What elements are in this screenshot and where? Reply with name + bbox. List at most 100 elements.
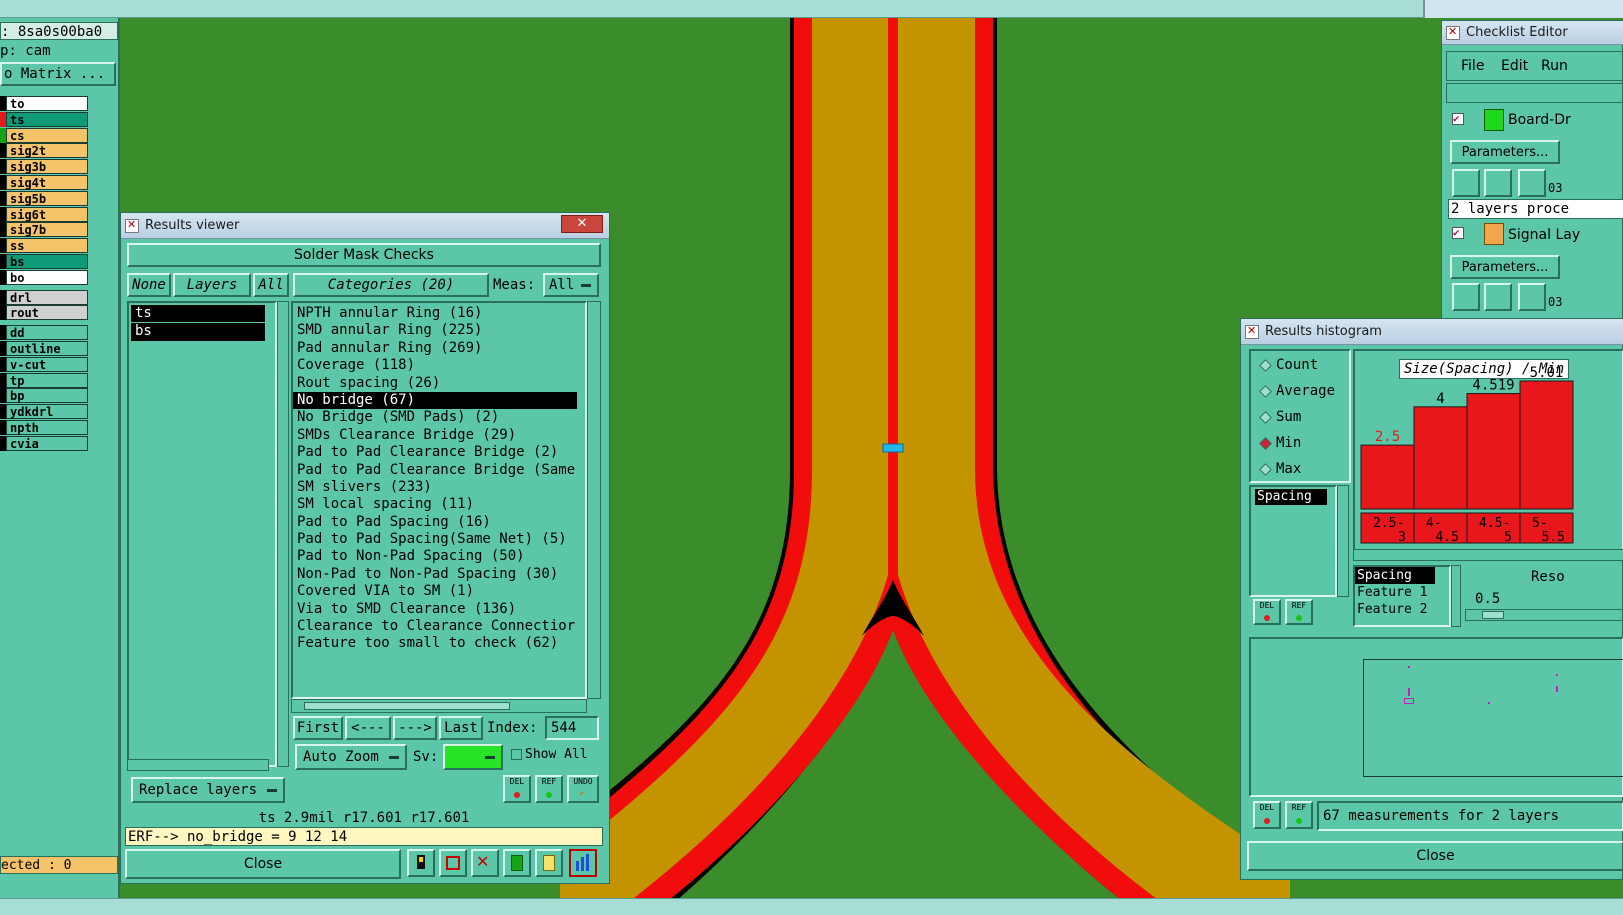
edit-menu[interactable]: Edit	[1501, 58, 1528, 74]
first-button[interactable]: First	[293, 716, 343, 740]
report-icon[interactable]	[535, 849, 563, 877]
layer-row-bs[interactable]: bs	[6, 254, 88, 269]
check-item-2-checkbox[interactable]: ✔	[1452, 227, 1464, 239]
categories-tab[interactable]: Categories (20)	[293, 273, 489, 297]
slider-thumb[interactable]	[1482, 611, 1504, 619]
results-viewer-titlebar[interactable]: Results viewer ✕	[121, 213, 609, 239]
layer-row-rout[interactable]: rout	[6, 305, 88, 321]
parameters-button-1[interactable]: Parameters...	[1450, 140, 1560, 164]
mode-option-average[interactable]: Average	[1259, 383, 1335, 399]
attribute-item[interactable]: Feature 1	[1355, 584, 1449, 601]
category-list-hscroll[interactable]	[291, 699, 587, 713]
prev-button[interactable]: <---	[345, 716, 391, 740]
layer-row-npth[interactable]: npth	[6, 420, 88, 435]
check-item-1-checkbox[interactable]: ✔	[1452, 113, 1464, 125]
category-item[interactable]: Non-Pad to Non-Pad Spacing (30)	[293, 566, 585, 583]
all-layers-button[interactable]: All	[253, 273, 289, 297]
run-action-icon[interactable]	[1518, 169, 1546, 197]
check-item-1-name[interactable]: Board-Dr	[1508, 112, 1571, 128]
undo-button[interactable]: UNDO ↶	[567, 775, 599, 803]
mode-option-count[interactable]: Count	[1259, 357, 1318, 373]
category-item[interactable]: Covered VIA to SM (1)	[293, 583, 585, 600]
layer-list-scrollbar[interactable]	[277, 301, 289, 767]
layer-result-item[interactable]: bs	[131, 323, 265, 341]
layer-results-list[interactable]: ts bs	[127, 301, 277, 767]
mode-option-min[interactable]: Min	[1259, 435, 1301, 451]
run-action-icon[interactable]	[1452, 169, 1480, 197]
layer-row-sig6t[interactable]: sig6t	[6, 206, 88, 222]
category-item[interactable]: Pad to Pad Spacing(Same Net) (5)	[293, 531, 585, 548]
layer-row-bo[interactable]: bo	[6, 269, 88, 285]
layer-row-cvia[interactable]: cvia	[6, 435, 88, 451]
histogram-bar[interactable]	[1360, 444, 1415, 510]
category-list[interactable]: NPTH annular Ring (16) SMD annular Ring (…	[291, 301, 587, 699]
category-list-vscroll[interactable]	[587, 301, 601, 699]
check-item-2-name[interactable]: Signal Lay	[1508, 227, 1580, 243]
category-item[interactable]: SMD annular Ring (225)	[293, 322, 585, 339]
layer-row-ss[interactable]: ss	[6, 238, 88, 254]
resolution-slider[interactable]	[1465, 609, 1623, 621]
hscroll-thumb[interactable]	[304, 702, 510, 710]
next-button[interactable]: --->	[393, 716, 437, 740]
show-all-checkbox[interactable]	[511, 749, 522, 760]
histogram-field-list[interactable]: Spacing	[1249, 485, 1337, 597]
category-item[interactable]: Coverage (118)	[293, 357, 585, 374]
layer-row-sig7b[interactable]: sig7b	[6, 222, 88, 238]
histogram-bar[interactable]	[1466, 393, 1521, 510]
meas-dropdown[interactable]: All	[543, 273, 599, 297]
category-item[interactable]: Pad annular Ring (269)	[293, 340, 585, 357]
category-item[interactable]: No bridge (67)	[293, 391, 577, 410]
layers-tab[interactable]: Layers	[173, 273, 251, 297]
matrix-button[interactable]: o Matrix ...	[0, 62, 116, 86]
category-item[interactable]: SM slivers (233)	[293, 479, 585, 496]
highlight-icon[interactable]	[407, 849, 435, 877]
measure-icon[interactable]	[503, 849, 531, 877]
run-menu[interactable]: Run	[1541, 58, 1568, 74]
mode-option-max[interactable]: Max	[1259, 461, 1301, 477]
preview-area[interactable]	[1249, 637, 1623, 797]
layer-result-item[interactable]: ts	[131, 305, 265, 323]
layer-row-sig5b[interactable]: sig5b	[6, 190, 88, 206]
layer-row-sig2t[interactable]: sig2t	[6, 143, 88, 159]
last-button[interactable]: Last	[439, 716, 483, 740]
layer-row-ts[interactable]: ts	[6, 111, 88, 127]
histogram-chart-area[interactable]: Size(Spacing) / Min 2.5 2.5- 3 4 4- 4.5 4.519 4…	[1353, 349, 1623, 559]
layer-row-ydkdrl[interactable]: ydkdrl	[6, 404, 88, 420]
layer-row-dd[interactable]: dd	[6, 325, 88, 341]
chart-hscroll[interactable]	[1353, 549, 1623, 561]
category-item[interactable]: No Bridge (SMD Pads) (2)	[293, 409, 585, 426]
category-item[interactable]: Feature too small to check (62)	[293, 635, 585, 652]
layer-row-tp[interactable]: tp	[6, 372, 88, 388]
auto-zoom-dropdown[interactable]: Auto Zoom	[295, 744, 407, 770]
checklist-editor-titlebar[interactable]: Checklist Editor	[1442, 21, 1623, 45]
attribute-item[interactable]: Spacing	[1355, 567, 1435, 584]
histogram-icon[interactable]	[569, 849, 597, 877]
layer-row-sig4t[interactable]: sig4t	[6, 175, 88, 190]
mode-option-sum[interactable]: Sum	[1259, 409, 1301, 425]
category-item[interactable]: Pad to Pad Clearance Bridge (Same	[293, 462, 585, 479]
category-item[interactable]: Pad to Non-Pad Spacing (50)	[293, 548, 585, 565]
layer-row-bp[interactable]: bp	[6, 388, 88, 404]
histogram-bar[interactable]	[1519, 380, 1574, 510]
layer-list-hscroll[interactable]	[127, 759, 269, 771]
category-item[interactable]: SM local spacing (11)	[293, 496, 585, 513]
hist-ref-button[interactable]: REF	[1285, 599, 1313, 625]
category-item[interactable]: Pad to Pad Spacing (16)	[293, 514, 585, 531]
run-action-icon[interactable]	[1518, 283, 1546, 311]
field-list-item[interactable]: Spacing	[1255, 489, 1327, 505]
close-button[interactable]: Close	[125, 849, 401, 879]
layer-row-outline[interactable]: outline	[6, 341, 88, 356]
none-button[interactable]: None	[127, 273, 171, 297]
attribute-list-scrollbar[interactable]	[1451, 565, 1461, 627]
attribute-list[interactable]: Spacing Feature 1 Feature 2	[1353, 565, 1451, 627]
index-input[interactable]: 544	[545, 716, 599, 740]
category-item[interactable]: Rout spacing (26)	[293, 375, 585, 392]
clear-marks-icon[interactable]: ✕	[471, 849, 499, 877]
attribute-item[interactable]: Feature 2	[1355, 601, 1449, 618]
category-item[interactable]: Pad to Pad Clearance Bridge (2)	[293, 444, 585, 461]
ref-button[interactable]: REF	[535, 775, 563, 803]
hist-del-button-2[interactable]: DEL	[1253, 801, 1281, 829]
layer-row-to[interactable]: to	[6, 96, 88, 111]
run-action-icon[interactable]	[1484, 283, 1512, 311]
histogram-bar[interactable]	[1413, 406, 1468, 510]
